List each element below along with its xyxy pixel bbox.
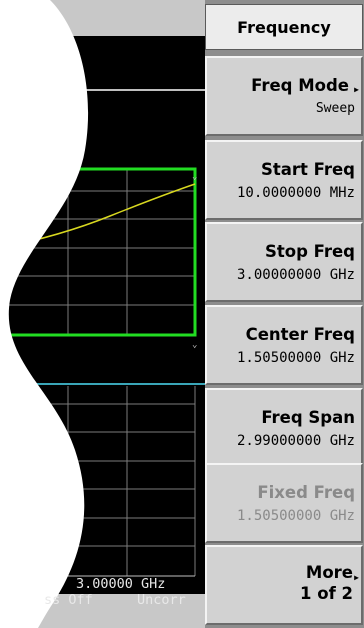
softkey-label: Center Freq <box>245 325 355 344</box>
softkey-label: Start Freq <box>260 160 355 179</box>
softkey-value: 2.99000000 GHz <box>236 433 355 449</box>
triangle-right-icon: ▶ <box>354 85 359 94</box>
softkey-fixed-freq[interactable]: Fixed Freq 1.50500000 GHz <box>205 463 363 543</box>
softkey-start-freq[interactable]: Start Freq 10.0000000 MHz <box>205 140 363 220</box>
status-bar-bg <box>0 0 205 628</box>
softkey-freq-mode[interactable]: Freq Mode ▶ Sweep <box>205 56 363 136</box>
menu-title: Frequency <box>205 4 363 50</box>
softkey-label: More <box>305 563 353 582</box>
softkey-value: 1.50500000 GHz <box>236 508 355 524</box>
softkey-value: Sweep <box>315 101 355 116</box>
softkey-label: Freq Mode <box>251 76 349 95</box>
softkey-freq-span[interactable]: Freq Span 2.99000000 GHz <box>205 388 363 468</box>
triangle-right-icon: ▶ <box>354 573 359 582</box>
softkey-value: 3.00000000 GHz <box>236 267 355 283</box>
softkey-page: 1 of 2 <box>300 584 353 603</box>
softkey-center-freq[interactable]: Center Freq 1.50500000 GHz <box>205 305 363 385</box>
softkey-stop-freq[interactable]: Stop Freq 3.00000000 GHz <box>205 222 363 302</box>
softkey-label: Fixed Freq <box>257 483 355 502</box>
softkey-menu: Frequency Freq Mode ▶ Sweep Start Freq 1… <box>205 0 364 628</box>
softkey-value: 1.50500000 GHz <box>236 350 355 366</box>
softkey-label: Freq Span <box>261 408 355 427</box>
softkey-more[interactable]: More 1 of 2 ▶ <box>205 545 363 625</box>
softkey-label: Stop Freq <box>264 242 355 261</box>
softkey-value: 10.0000000 MHz <box>236 185 355 201</box>
